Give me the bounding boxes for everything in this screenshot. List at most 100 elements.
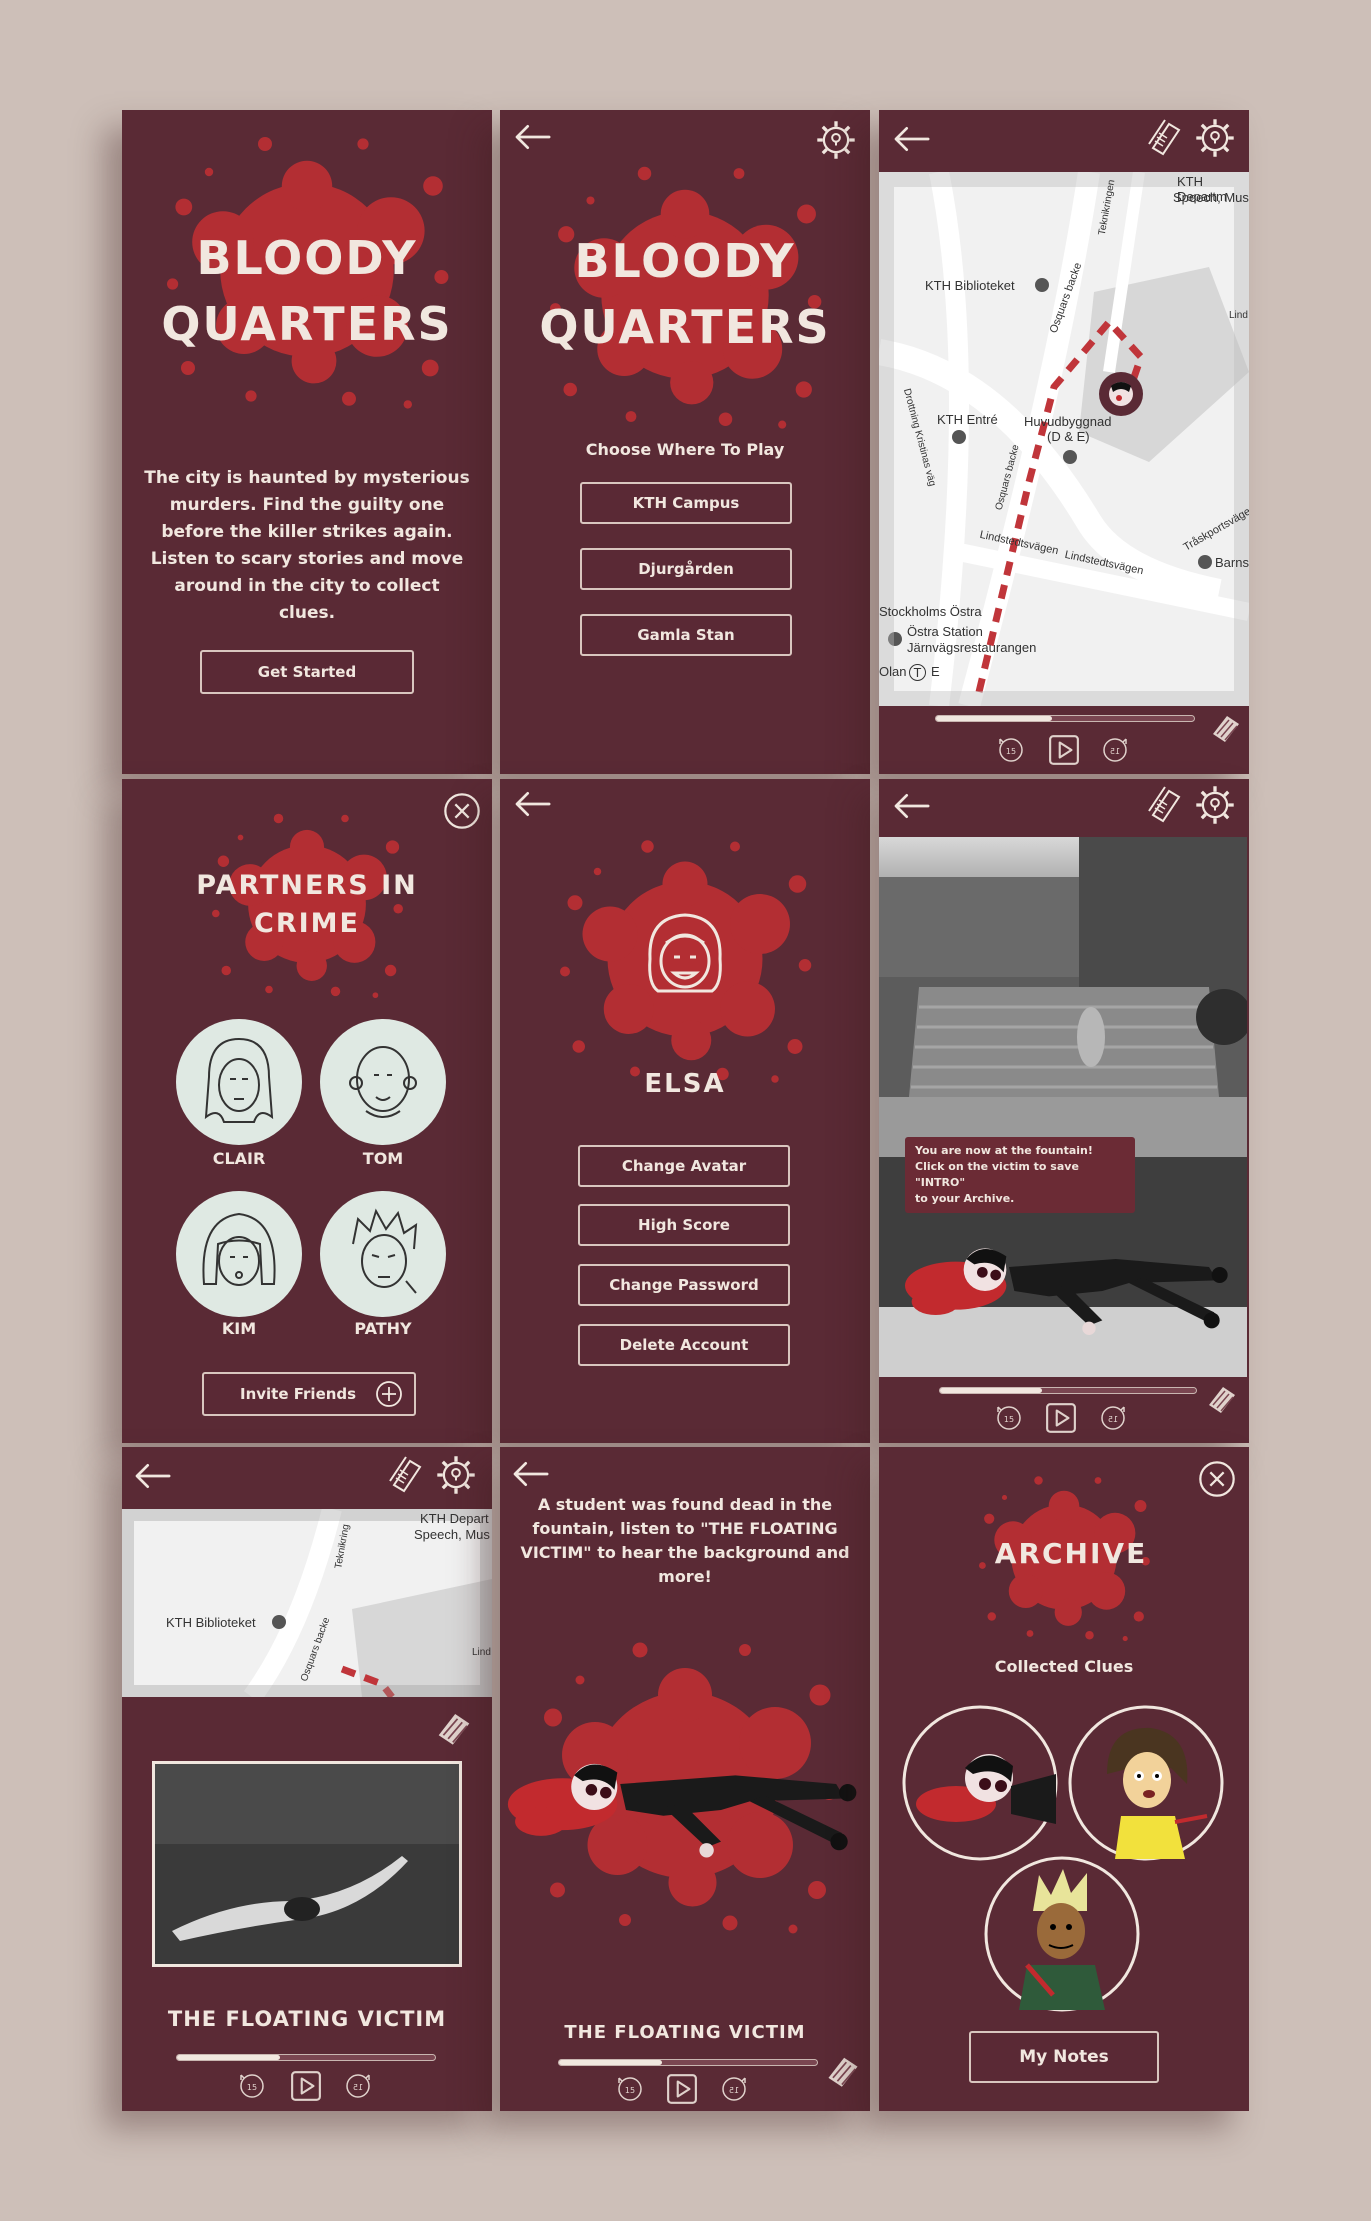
gear-icon[interactable]	[814, 118, 858, 162]
back-arrow-icon[interactable]	[510, 789, 554, 819]
play-icon[interactable]	[1048, 734, 1080, 766]
change-avatar-button[interactable]: Change Avatar	[578, 1145, 790, 1187]
notebook-icon[interactable]	[384, 1455, 424, 1495]
back-arrow-icon[interactable]	[130, 1461, 174, 1491]
partners-title: PARTNERS IN CRIME	[122, 867, 492, 943]
partner-name: CLAIR	[212, 1149, 266, 1168]
skip-forward-15-icon[interactable]	[1099, 1404, 1127, 1432]
screen-intro: BLOODY QUARTERS The city is haunted by m…	[122, 110, 492, 774]
my-notes-button[interactable]: My Notes	[969, 2031, 1159, 2083]
audio-progress-bar[interactable]	[558, 2059, 818, 2066]
invite-friends-button[interactable]: Invite Friends	[202, 1372, 416, 1416]
skip-back-15-icon[interactable]	[616, 2075, 644, 2103]
map-label: Speech, Mus	[414, 1527, 490, 1542]
close-icon[interactable]	[442, 791, 482, 831]
skip-forward-15-icon[interactable]	[1101, 736, 1129, 764]
floating-victim-photo[interactable]	[152, 1761, 462, 1967]
clue-victim[interactable]	[901, 1704, 1059, 1862]
notebook-icon[interactable]	[1143, 785, 1183, 825]
screen-partners: PARTNERS IN CRIME CLAIR TOM KIM PATHY In…	[122, 779, 492, 1443]
play-icon[interactable]	[1045, 1402, 1077, 1434]
partner-name: PATHY	[354, 1319, 412, 1338]
skip-back-15-icon[interactable]	[997, 736, 1025, 764]
map-label: Järnvägsrestaurangen	[907, 640, 1037, 655]
gear-icon[interactable]	[1193, 116, 1237, 160]
app-title: BLOODY QUARTERS	[122, 225, 492, 357]
notebook-icon[interactable]	[1143, 118, 1183, 158]
metro-t-icon: T	[909, 664, 926, 681]
back-arrow-icon[interactable]	[508, 1459, 552, 1489]
chalk-icon[interactable]	[1205, 1381, 1239, 1415]
intro-line: The city is haunted by mysterious	[144, 468, 470, 488]
victim-character[interactable]	[505, 1732, 865, 1862]
chalk-icon[interactable]	[434, 1707, 474, 1747]
message-line: A student was found dead in the	[537, 1495, 833, 1514]
audio-progress-bar[interactable]	[935, 715, 1195, 722]
map-label: KTH Biblioteket	[166, 1615, 256, 1630]
avatar-pathy[interactable]	[318, 1189, 448, 1319]
map-label: Stockholms Östra	[879, 604, 982, 619]
intro-line: murders. Find the guilty one	[169, 495, 445, 515]
app-title-line2: QUARTERS	[161, 297, 453, 351]
intro-line: around in the city to collect	[174, 576, 440, 596]
gear-icon[interactable]	[1193, 783, 1237, 827]
skip-back-15-icon[interactable]	[995, 1404, 1023, 1432]
back-arrow-icon[interactable]	[889, 791, 933, 821]
partner-name: TOM	[362, 1149, 404, 1168]
plus-icon	[376, 1381, 402, 1407]
clue-witness[interactable]	[1067, 1704, 1225, 1862]
skip-forward-15-icon[interactable]	[344, 2072, 372, 2100]
clue-suspect[interactable]	[983, 1855, 1141, 2013]
message-line: more!	[658, 1567, 712, 1586]
avatar-elsa[interactable]	[630, 899, 740, 1009]
fountain-tooltip: You are now at the fountain! Click on th…	[905, 1137, 1135, 1213]
app-title-line1: BLOODY	[574, 234, 796, 288]
change-password-button[interactable]: Change Password	[578, 1264, 790, 1306]
option-kth-campus-button[interactable]: KTH Campus	[580, 482, 792, 524]
tooltip-line: to your Archive.	[915, 1192, 1015, 1205]
audio-progress-bar[interactable]	[176, 2054, 436, 2061]
archive-title: ARCHIVE	[994, 1537, 1148, 1570]
progress-fill	[559, 2060, 663, 2065]
progress-fill	[936, 716, 1053, 721]
partner-name: KIM	[221, 1319, 257, 1338]
map-label: KTH Entré	[937, 412, 998, 427]
close-icon[interactable]	[1197, 1459, 1237, 1499]
mini-map[interactable]: KTH Depart Speech, Mus KTH Biblioteket T…	[122, 1509, 492, 1697]
map-label: Huvudbyggnad	[1024, 414, 1112, 429]
play-icon[interactable]	[290, 2070, 322, 2102]
back-arrow-icon[interactable]	[889, 124, 933, 154]
skip-back-15-icon[interactable]	[238, 2072, 266, 2100]
screen-archive: ARCHIVE Collected Clues My Notes	[879, 1447, 1249, 2111]
delete-account-button[interactable]: Delete Account	[578, 1324, 790, 1366]
audio-progress-bar[interactable]	[939, 1387, 1197, 1394]
get-started-button[interactable]: Get Started	[200, 650, 414, 694]
intro-line: Listen to scary stories and move	[150, 549, 464, 569]
screen-map: KTH Departm Speech, Mus KTH Biblioteket …	[879, 110, 1249, 774]
partners-title-line2: CRIME	[254, 908, 360, 939]
chalk-icon[interactable]	[824, 2051, 862, 2089]
back-arrow-icon[interactable]	[510, 122, 554, 152]
screen-choose-location: BLOODY QUARTERS Choose Where To Play KTH…	[500, 110, 870, 774]
map-label: Speech, Mus	[1173, 190, 1249, 205]
skip-forward-15-icon[interactable]	[720, 2075, 748, 2103]
message-line: fountain, listen to "THE FLOATING	[532, 1519, 838, 1538]
partners-title-line1: PARTNERS IN	[196, 870, 418, 901]
option-djurgarden-button[interactable]: Djurgården	[580, 548, 792, 590]
chalk-icon[interactable]	[1209, 710, 1243, 744]
map-label: Barns	[1215, 555, 1249, 570]
avatar-clair[interactable]	[174, 1017, 304, 1147]
high-score-button[interactable]: High Score	[578, 1204, 790, 1246]
play-icon[interactable]	[666, 2073, 698, 2105]
map-label: E	[931, 664, 940, 679]
progress-fill	[177, 2055, 281, 2060]
map-label: KTH Biblioteket	[925, 278, 1015, 293]
avatar-tom[interactable]	[318, 1017, 448, 1147]
invite-friends-label: Invite Friends	[240, 1385, 357, 1403]
option-gamla-stan-button[interactable]: Gamla Stan	[580, 614, 792, 656]
avatar-kim[interactable]	[174, 1189, 304, 1319]
gear-icon[interactable]	[434, 1453, 478, 1497]
intro-line: before the killer strikes again.	[161, 522, 453, 542]
campus-map[interactable]: KTH Departm Speech, Mus KTH Biblioteket …	[879, 172, 1249, 706]
victim-character[interactable]	[899, 1219, 1239, 1339]
